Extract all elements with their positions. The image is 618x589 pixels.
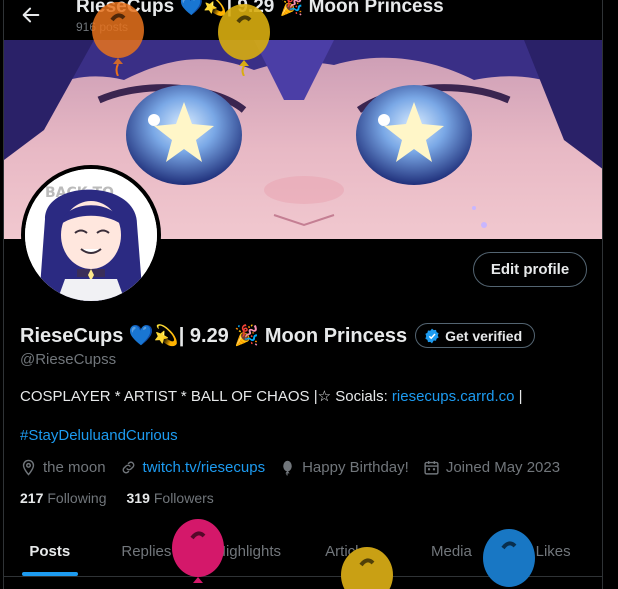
tab-articles[interactable]: Articles — [299, 523, 401, 576]
edit-profile-button[interactable]: Edit profile — [473, 252, 587, 287]
get-verified-button[interactable]: Get verified — [415, 323, 536, 348]
profile-page: RieseCups 💙💫| 9.29 🎉 Moon Princess 916 p… — [3, 0, 603, 589]
website-item[interactable]: twitch.tv/riesecups — [120, 459, 266, 476]
name-row: RieseCups 💙💫| 9.29 🎉 Moon Princess Get v… — [20, 323, 536, 348]
birthday-item: Happy Birthday! — [279, 459, 409, 476]
get-verified-label: Get verified — [445, 327, 523, 344]
joined-text: Joined May 2023 — [445, 459, 561, 476]
bio-link[interactable]: riesecups.carrd.co — [392, 388, 515, 405]
following-link[interactable]: 217 Following — [20, 490, 107, 506]
followers-count: 319 — [126, 490, 150, 506]
location-icon — [22, 459, 35, 476]
bio: COSPLAYER * ARTIST * BALL OF CHAOS |☆ So… — [20, 387, 523, 405]
header-post-count: 916 posts — [76, 20, 129, 34]
following-count: 217 — [20, 490, 44, 506]
avatar[interactable]: BACK TO — [21, 165, 161, 305]
calendar-icon — [424, 461, 439, 475]
bio-end: | — [514, 388, 523, 405]
tab-media[interactable]: Media — [401, 523, 503, 576]
link-icon — [122, 461, 134, 474]
profile-meta: the moon twitch.tv/riesecups Happy Birth… — [20, 459, 574, 476]
following-label: Following — [47, 490, 107, 506]
bio-text: COSPLAYER * ARTIST * BALL OF CHAOS |☆ So… — [20, 388, 392, 405]
verified-badge-icon — [425, 328, 439, 343]
header-title: RieseCups 💙💫| 9.29 🎉 Moon Princess — [76, 0, 444, 17]
location-item: the moon — [20, 459, 106, 476]
tab-highlights[interactable]: Highlights — [197, 523, 299, 576]
tab-likes[interactable]: Likes — [502, 523, 602, 576]
tab-replies[interactable]: Replies — [96, 523, 198, 576]
bio-hashtag[interactable]: #StayDeluluandCurious — [20, 427, 178, 444]
avatar-image: BACK TO — [25, 169, 157, 301]
birthday-text: Happy Birthday! — [302, 459, 409, 476]
tab-posts[interactable]: Posts — [4, 523, 96, 576]
location-text: the moon — [43, 459, 106, 476]
balloon-icon — [283, 460, 292, 476]
follow-stats: 217 Following 319 Followers — [20, 490, 234, 506]
back-arrow-icon[interactable] — [20, 4, 42, 26]
display-name: RieseCups 💙💫| 9.29 🎉 Moon Princess — [20, 325, 408, 347]
profile-tabs: Posts Replies Highlights Articles Media … — [4, 523, 602, 577]
followers-label: Followers — [153, 490, 214, 506]
joined-item: Joined May 2023 — [423, 459, 560, 476]
top-header: RieseCups 💙💫| 9.29 🎉 Moon Princess 916 p… — [4, 0, 602, 40]
followers-link[interactable]: 319 Followers — [127, 490, 214, 506]
user-handle: @RieseCupss — [20, 351, 117, 368]
website-link[interactable]: twitch.tv/riesecups — [143, 459, 266, 476]
